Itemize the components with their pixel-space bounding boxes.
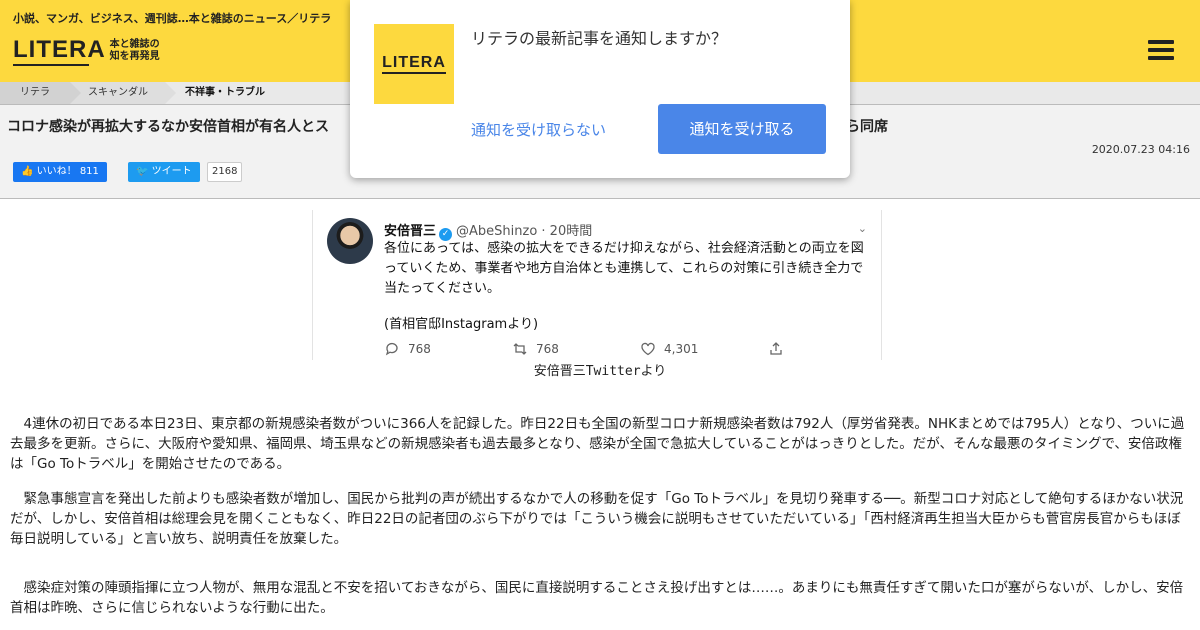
tweet-count: 2168 (207, 162, 243, 182)
article-paragraph: 感染症対策の陣頭指揮に立つ人物が、無用な混乱と不安を招いておきながら、国民に直接… (10, 580, 1184, 616)
tweet-handle: @AbeShinzo · 20時間 (456, 224, 593, 239)
accept-notifications-button[interactable]: 通知を受け取る (658, 104, 826, 154)
avatar (327, 218, 373, 264)
retweet-icon (513, 343, 527, 355)
article-title: コロナ感染が再拡大するなか安倍首相が有名人とス (7, 119, 329, 135)
reply-icon (385, 342, 398, 356)
breadcrumb-item-home[interactable]: リテラ (0, 82, 81, 104)
site-tagline: 小説、マンガ、ビジネス、週刊誌…本と雑誌のニュース／リテラ (13, 12, 332, 25)
popup-logo: LITERA (374, 24, 454, 104)
logo-wordmark: LITERA (13, 36, 106, 63)
popup-message: リテラの最新記事を通知しますか？ (471, 29, 728, 48)
deny-notifications-button[interactable]: 通知を受け取らない (471, 119, 606, 140)
facebook-like-button[interactable]: 👍 いいね！ 811 (13, 162, 107, 182)
hamburger-menu-icon[interactable] (1148, 40, 1174, 60)
article-date: 2020.07.23 04:16 (1091, 143, 1190, 156)
article-paragraph: 緊急事態宣言を発出した前よりも感染者数が増加し、国民から批判の声が続出するなかで… (10, 491, 1184, 547)
chevron-down-icon: ⌄ (857, 222, 867, 235)
tweet-button[interactable]: 🐦 ツイート (128, 162, 200, 182)
thumbs-up-icon: 👍 (21, 166, 34, 177)
breadcrumb-item-current: 不祥事・トラブル (185, 87, 265, 98)
notification-dialog: LITERA リテラの最新記事を通知しますか？ 通知を受け取らない 通知を受け取… (350, 0, 850, 178)
tweet-source: (首相官邸Instagramより) (384, 317, 539, 332)
tweet-actions: 768 768 4,301 (384, 341, 896, 357)
tweet-retweets: 768 (512, 341, 640, 357)
tweet-share (768, 341, 896, 357)
tweet-author: 安倍晋三 ✓ @AbeShinzo · 20時間 (384, 224, 593, 241)
tweet-likes: 4,301 (640, 341, 768, 357)
article-body: 4連休の初日である本日23日、東京都の新規感染者数がついに366人を記録した。昨… (10, 414, 1190, 618)
article-paragraph: 4連休の初日である本日23日、東京都の新規感染者数がついに366人を記録した。昨… (10, 416, 1185, 472)
logo-subtitle: 本と雑誌の 知を再発見 (109, 39, 160, 62)
twitter-bird-icon: 🐦 (136, 166, 149, 177)
image-caption: 安倍晋三Twitterより (533, 364, 667, 379)
share-icon (770, 342, 782, 355)
tweet-body: 各位にあっては、感染の拡大をできるだけ抑えながら、社会経済活動との両立を図ってい… (384, 241, 864, 296)
breadcrumb-item-scandal[interactable]: スキャンダル (70, 82, 176, 104)
site-logo[interactable]: LITERA 本と雑誌の 知を再発見 (13, 36, 160, 68)
logo-underline (13, 64, 89, 66)
article-title-end: ら同席 (846, 119, 888, 135)
tweet-replies: 768 (384, 341, 512, 357)
heart-icon (641, 342, 655, 356)
tweet-screenshot: 安倍晋三 ✓ @AbeShinzo · 20時間 ⌄ 各位にあっては、感染の拡大をで… (312, 210, 882, 360)
